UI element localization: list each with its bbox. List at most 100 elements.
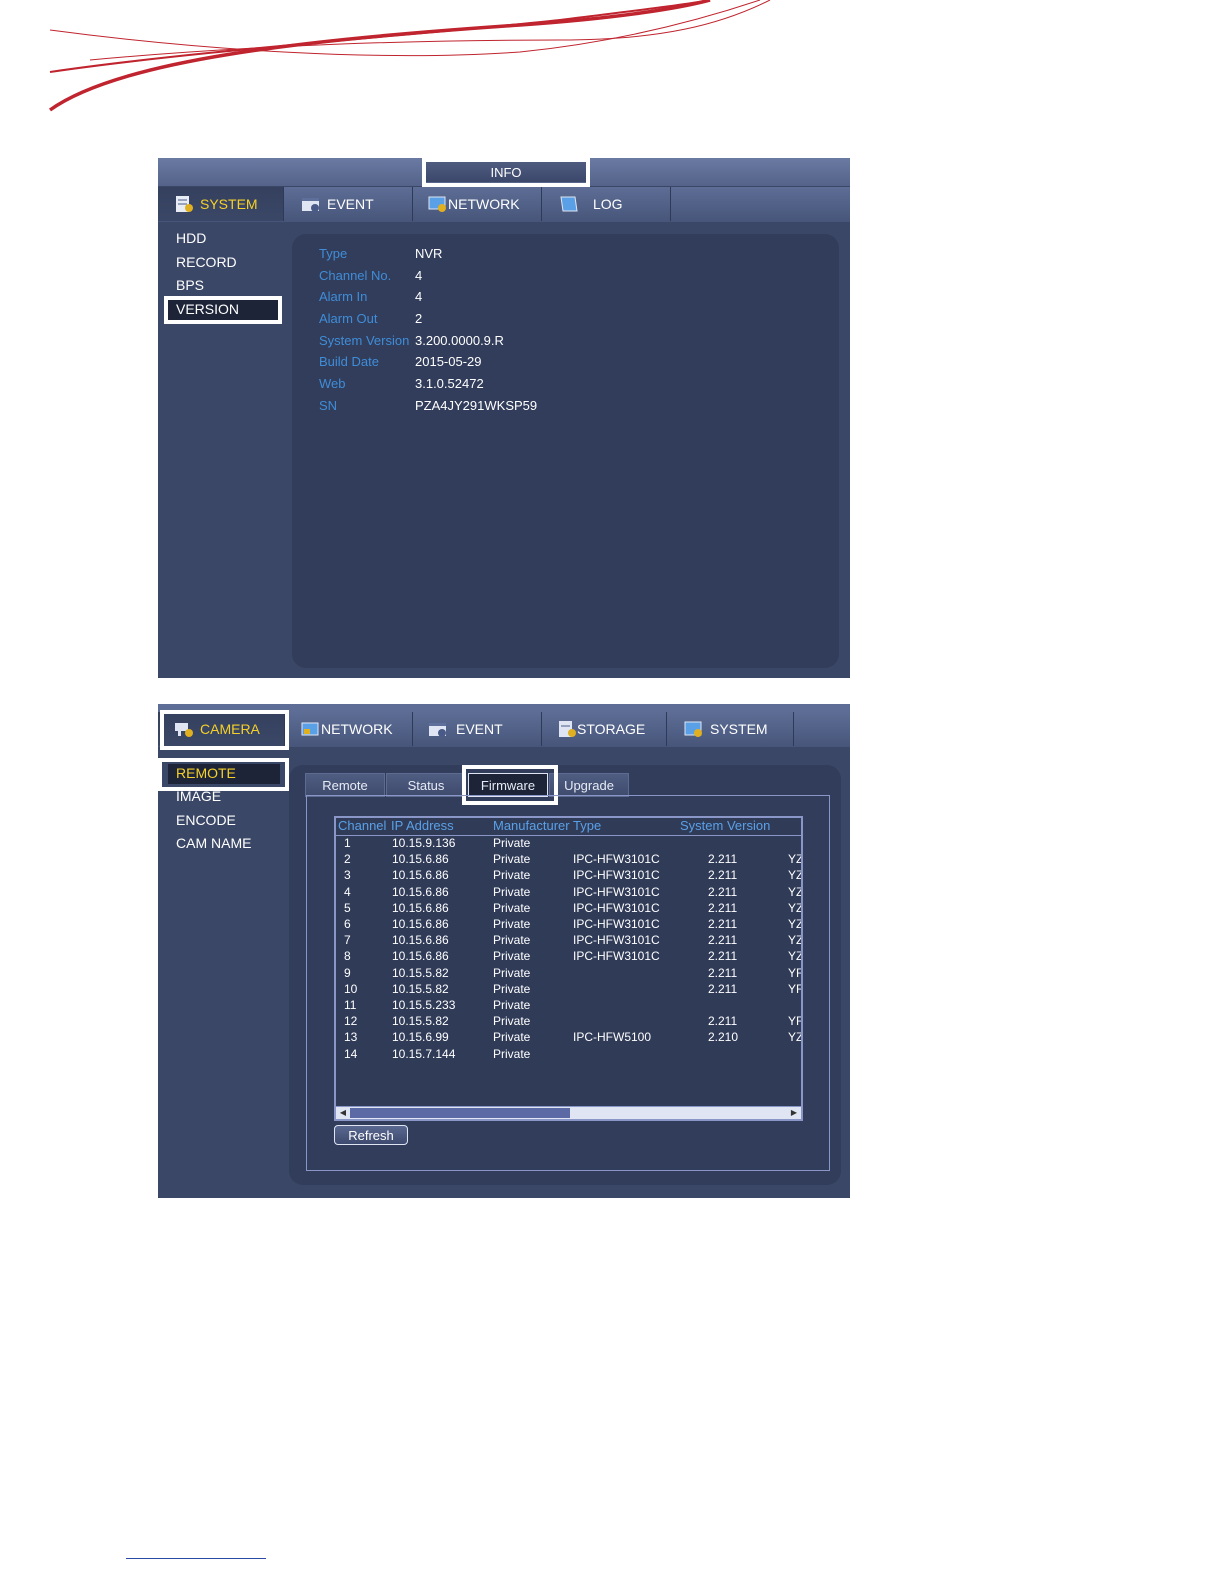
version-highlight <box>164 296 282 324</box>
table-row[interactable]: 6 10.15.6.86 Private IPC-HFW3101C 2.211 YZ <box>336 917 801 933</box>
info-window: INFO SYSTEM EVENT NETWORK LOG HDD RECORD… <box>158 158 850 678</box>
table-cell: Private <box>493 1014 531 1029</box>
table-body: 1 10.15.9.136 Private 2 10.15.6.86 Private IPC… <box>336 836 801 1106</box>
log-icon <box>559 195 579 213</box>
table-cell: 10.15.7.144 <box>392 1046 456 1061</box>
scroll-thumb[interactable] <box>350 1108 570 1118</box>
tab-network[interactable]: NETWORK <box>289 712 413 746</box>
tab-event[interactable]: EVENT <box>414 712 542 746</box>
table-row[interactable]: 1 10.15.9.136 Private <box>336 836 801 852</box>
table-cell: 9 <box>344 965 351 980</box>
table-row[interactable]: 2 10.15.6.86 Private IPC-HFW3101C 2.211 YZ <box>336 852 801 868</box>
table-cell: Private <box>493 949 531 964</box>
tab-event-label: EVENT <box>327 196 374 212</box>
horizontal-scrollbar[interactable]: ◀ ▶ <box>336 1106 801 1119</box>
storage-icon <box>557 720 577 738</box>
table-cell: YZ <box>788 1030 801 1045</box>
table-cell: Private <box>493 998 531 1012</box>
tab-storage[interactable]: STORAGE <box>543 712 667 746</box>
table-row[interactable]: 11 10.15.5.233 Private <box>336 998 801 1014</box>
table-cell: 10.15.6.86 <box>392 949 449 964</box>
table-cell: 3 <box>344 868 351 883</box>
table-cell: 2.211 <box>708 981 738 996</box>
info-value-web: 3.1.0.52472 <box>415 376 484 391</box>
refresh-button[interactable]: Refresh <box>334 1125 408 1145</box>
tab-network[interactable]: NETWORK <box>414 187 542 221</box>
sidebar-item-record[interactable]: RECORD <box>176 254 237 270</box>
remote-panel: Remote Status Firmware Upgrade Channel I… <box>289 765 841 1185</box>
table-cell: Private <box>493 836 531 850</box>
sidebar-item-cam-name[interactable]: CAM NAME <box>176 835 251 851</box>
table-row[interactable]: 4 10.15.6.86 Private IPC-HFW3101C 2.211 YZ <box>336 885 801 901</box>
table-cell: Private <box>493 933 531 948</box>
tab-log[interactable]: LOG <box>543 187 671 221</box>
table-cell: 14 <box>344 1046 358 1061</box>
table-cell: 10.15.9.136 <box>392 836 456 850</box>
info-tab-bar: SYSTEM EVENT NETWORK LOG <box>158 187 850 222</box>
sidebar-item-image[interactable]: IMAGE <box>176 788 221 804</box>
table-cell: YZ <box>788 917 801 931</box>
tab-system-label: SYSTEM <box>200 196 258 212</box>
table-cell: 10 <box>344 981 358 996</box>
header-ip-address: IP Address <box>391 818 454 833</box>
version-info-panel: Type NVR Channel No. 4 Alarm In 4 Alarm … <box>292 234 839 668</box>
subtab-upgrade[interactable]: Upgrade <box>549 773 629 797</box>
table-row[interactable]: 3 10.15.6.86 Private IPC-HFW3101C 2.211 YZ <box>336 868 801 884</box>
table-cell: 10.15.5.233 <box>392 998 456 1012</box>
network-icon <box>428 195 448 213</box>
table-row[interactable]: 12 10.15.5.82 Private 2.211 YF <box>336 1014 801 1030</box>
subtab-status[interactable]: Status <box>386 773 466 797</box>
table-cell: 10.15.6.86 <box>392 933 449 948</box>
subtab-remote[interactable]: Remote <box>305 773 385 797</box>
table-cell: 5 <box>344 900 351 915</box>
table-cell: 6 <box>344 917 351 931</box>
remote-highlight <box>158 758 289 791</box>
tab-system[interactable]: SYSTEM <box>668 712 794 746</box>
table-cell: 2 <box>344 852 351 867</box>
tab-system[interactable]: SYSTEM <box>158 187 284 221</box>
event-icon <box>301 195 321 213</box>
table-cell: 4 <box>344 884 351 899</box>
scroll-right-arrow[interactable]: ▶ <box>788 1108 800 1118</box>
table-cell: IPC-HFW3101C <box>573 949 660 964</box>
info-label-channel-no: Channel No. <box>319 268 392 283</box>
table-cell: 10.15.6.86 <box>392 852 449 867</box>
info-label-build-date: Build Date <box>319 354 379 369</box>
table-row[interactable]: 13 10.15.6.99 Private IPC-HFW5100 2.210 YZ <box>336 1030 801 1046</box>
sidebar-item-bps[interactable]: BPS <box>176 277 204 293</box>
table-cell: 12 <box>344 1014 358 1029</box>
info-label-alarm-out: Alarm Out <box>319 311 378 326</box>
footer-link-underline[interactable] <box>126 1558 266 1559</box>
header-swoosh-decoration <box>48 0 771 112</box>
table-cell: IPC-HFW3101C <box>573 868 660 883</box>
table-cell: Private <box>493 1030 531 1045</box>
table-cell: Private <box>493 868 531 883</box>
sidebar-item-hdd[interactable]: HDD <box>176 230 206 246</box>
table-cell: YF <box>788 1014 801 1029</box>
table-row[interactable]: 14 10.15.7.144 Private <box>336 1047 801 1063</box>
table-cell: 1 <box>344 836 351 850</box>
table-row[interactable]: 8 10.15.6.86 Private IPC-HFW3101C 2.211 YZ <box>336 949 801 965</box>
info-label-alarm-in: Alarm In <box>319 289 368 304</box>
header-manufacturer: Manufacturer <box>493 818 570 833</box>
table-row[interactable]: 10 10.15.5.82 Private 2.211 YF <box>336 982 801 998</box>
table-cell: Private <box>493 852 531 867</box>
table-cell: 8 <box>344 949 351 964</box>
camera-tab-highlight <box>160 710 289 750</box>
table-row[interactable]: 9 10.15.5.82 Private 2.211 YF <box>336 966 801 982</box>
table-cell: YZ <box>788 868 801 883</box>
table-cell: 2.211 <box>708 949 738 964</box>
table-row[interactable]: 7 10.15.6.86 Private IPC-HFW3101C 2.211 YZ <box>336 933 801 949</box>
info-title-highlight <box>422 158 590 187</box>
table-cell: 2.211 <box>708 933 738 948</box>
table-cell: IPC-HFW3101C <box>573 852 660 867</box>
camera-window: CAMERA NETWORK EVENT STORAGE SYSTEM REMO… <box>158 704 850 1198</box>
table-row[interactable]: 5 10.15.6.86 Private IPC-HFW3101C 2.211 YZ <box>336 901 801 917</box>
tab-event[interactable]: EVENT <box>285 187 413 221</box>
table-cell: 11 <box>344 998 357 1012</box>
tab-system-label: SYSTEM <box>710 721 768 737</box>
tab-storage-label: STORAGE <box>577 721 646 737</box>
table-cell: Private <box>493 1046 531 1061</box>
sidebar-item-encode[interactable]: ENCODE <box>176 812 236 828</box>
scroll-left-arrow[interactable]: ◀ <box>337 1108 349 1118</box>
